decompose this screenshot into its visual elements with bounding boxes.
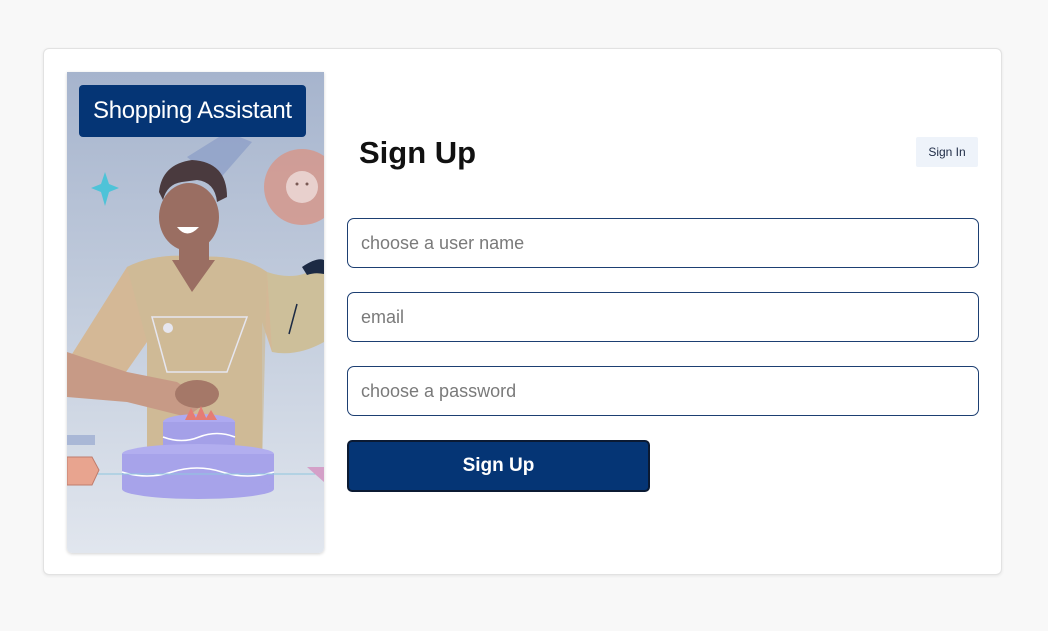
password-input[interactable]: [347, 366, 979, 416]
sign-up-submit-button[interactable]: Sign Up: [347, 440, 650, 492]
email-input[interactable]: [347, 292, 979, 342]
sign-in-button[interactable]: Sign In: [916, 137, 978, 167]
hero-illustration-panel: Shopping Assistant: [67, 72, 324, 553]
app-brand-label: Shopping Assistant: [79, 85, 306, 137]
signup-card: Shopping Assistant Sign Up Sign In Sign …: [43, 48, 1002, 575]
baker-illustration: [67, 132, 324, 499]
page-title: Sign Up: [359, 135, 477, 170]
username-input[interactable]: [347, 218, 979, 268]
